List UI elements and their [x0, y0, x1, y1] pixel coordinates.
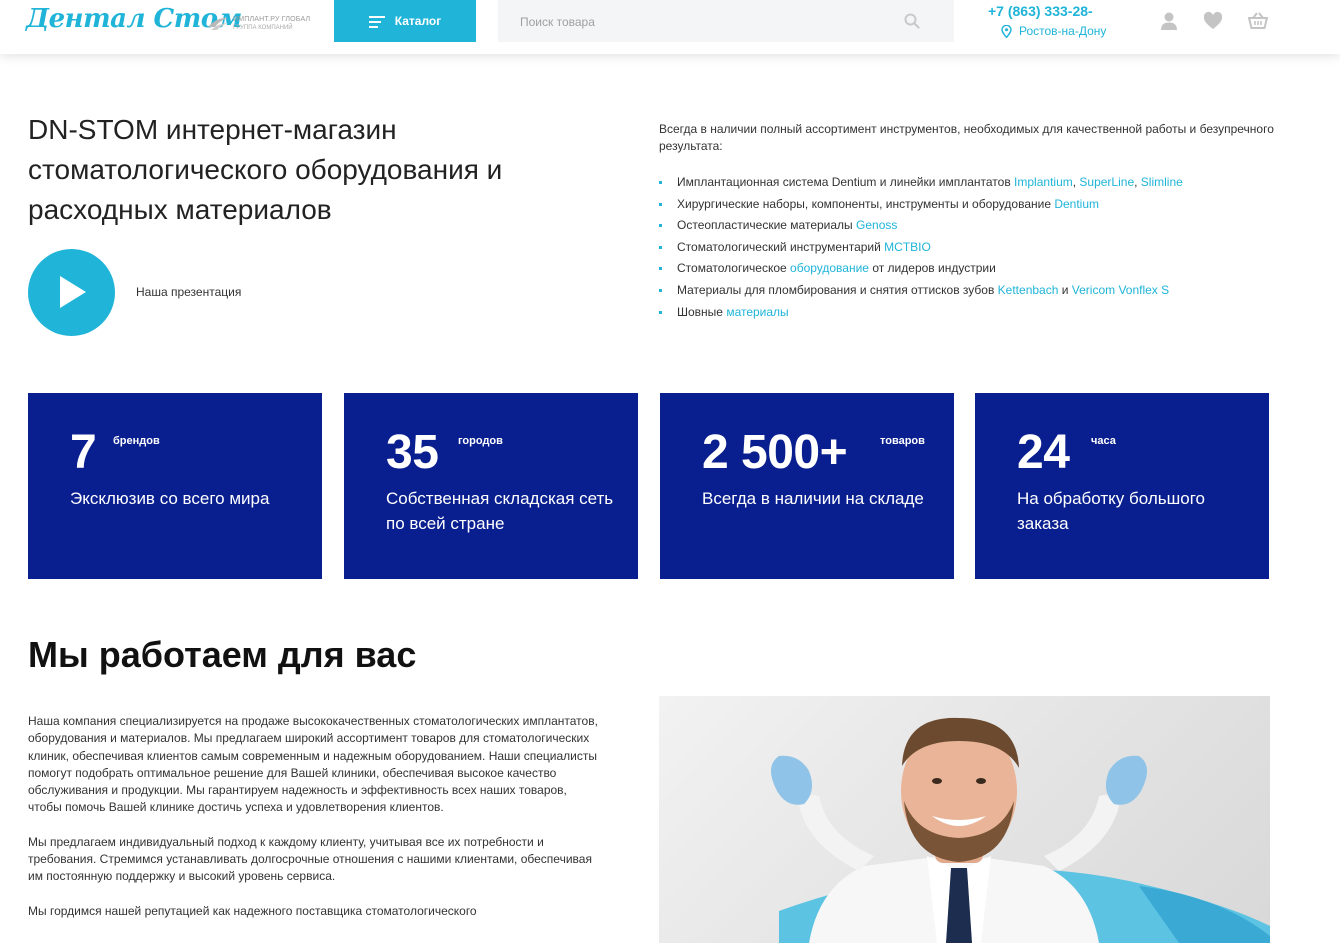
- slimline-link[interactable]: Slimline: [1141, 175, 1183, 189]
- about-paragraph: Мы предлагаем индивидуальный подход к ка…: [28, 834, 592, 884]
- wing-icon: [208, 17, 228, 30]
- stat-description: Эксклюзив со всего мира: [70, 489, 270, 508]
- stat-card-brands: 7 брендов Эксклюзив со всего мира: [28, 393, 322, 579]
- heart-icon[interactable]: [1202, 10, 1224, 32]
- doctor-photo: [659, 696, 1270, 943]
- stat-description: Собственная складская сеть по всей стран…: [386, 489, 614, 533]
- city-selector[interactable]: Ростов-на-Дону: [1001, 24, 1106, 38]
- list-item: Стоматологическое оборудование от лидеро…: [659, 258, 1299, 280]
- list-item: Имплантационная система Dentium и линейк…: [659, 172, 1299, 194]
- dentium-link[interactable]: Dentium: [1054, 197, 1099, 211]
- play-presentation-button[interactable]: [28, 249, 115, 336]
- intro-text: Всегда в наличии полный ассортимент инст…: [659, 122, 1274, 153]
- stat-unit: товаров: [880, 435, 925, 447]
- catalog-button[interactable]: Каталог: [334, 0, 476, 42]
- about-paragraph: Мы гордимся нашей репутацией как надежно…: [28, 903, 477, 918]
- list-item: Стоматологический инструментарий MCTBIO: [659, 237, 1299, 259]
- stat-number: 35: [386, 426, 439, 479]
- search-icon[interactable]: [904, 13, 920, 29]
- list-item: Шовные материалы: [659, 302, 1299, 324]
- genoss-link[interactable]: Genoss: [856, 218, 897, 232]
- section-title: Мы работаем для вас: [28, 634, 417, 675]
- stat-number: 24: [1017, 426, 1070, 479]
- stat-unit: часа: [1091, 435, 1116, 447]
- superline-link[interactable]: SuperLine: [1079, 175, 1134, 189]
- city-label: Ростов-на-Дону: [1019, 24, 1107, 38]
- list-item: Материалы для пломбирования и снятия отт…: [659, 280, 1299, 302]
- catalog-label: Каталог: [394, 14, 442, 28]
- search-input[interactable]: [518, 12, 892, 32]
- about-text: Наша компания специализируется на продаж…: [28, 713, 603, 937]
- location-pin-icon: [1001, 24, 1012, 38]
- play-icon: [60, 276, 86, 308]
- doctor-illustration: [770, 717, 1270, 943]
- kettenbach-link[interactable]: Kettenbach: [998, 283, 1059, 297]
- stat-unit: брендов: [113, 435, 160, 447]
- menu-icon: [368, 15, 385, 28]
- stat-number: 7: [70, 426, 97, 479]
- presentation-label: Наша презентация: [136, 285, 242, 299]
- page-title: DN-STOM интернет-магазин стоматологическ…: [28, 114, 503, 225]
- partner-name: ИМПЛАНТ.РУ ГЛОБАЛ: [233, 16, 311, 23]
- vericom-link[interactable]: Vericom Vonflex S: [1072, 283, 1169, 297]
- stat-card-products: 2 500+ товаров Всегда в наличии на склад…: [660, 393, 954, 579]
- features-list: Имплантационная система Dentium и линейк…: [659, 172, 1299, 323]
- stat-description: На обработку большого заказа: [1017, 489, 1205, 533]
- stat-card-hours: 24 часа На обработку большого заказа: [975, 393, 1269, 579]
- mctbio-link[interactable]: MCTBIO: [884, 240, 931, 254]
- search-bar: [498, 0, 954, 42]
- partner-logo[interactable]: ИМПЛАНТ.РУ ГЛОБАЛ ГРУППА КОМПАНИЙ: [207, 13, 317, 39]
- stat-description: Всегда в наличии на складе: [702, 489, 924, 508]
- sutures-link[interactable]: материалы: [726, 305, 788, 319]
- stat-number: 2 500+: [702, 426, 848, 479]
- site-header: Дентал Стом ИМПЛАНТ.РУ ГЛОБАЛ ГРУППА КОМ…: [0, 0, 1340, 54]
- user-icon[interactable]: [1158, 10, 1180, 32]
- stat-unit: городов: [458, 435, 503, 447]
- stat-card-cities: 35 городов Собственная складская сеть по…: [344, 393, 638, 579]
- list-item: Хирургические наборы, компоненты, инстру…: [659, 194, 1299, 216]
- logo[interactable]: Дентал Стом: [26, 4, 242, 52]
- equipment-link[interactable]: оборудование: [790, 261, 869, 275]
- list-item: Остеопластические материалы Genoss: [659, 215, 1299, 237]
- partner-subtitle: ГРУППА КОМПАНИЙ: [233, 25, 293, 31]
- about-paragraph: Наша компания специализируется на продаж…: [28, 714, 598, 815]
- cart-icon[interactable]: [1247, 10, 1269, 32]
- implantium-link[interactable]: Implantium: [1014, 175, 1073, 189]
- phone-number[interactable]: +7 (863) 333-28-: [988, 3, 1093, 19]
